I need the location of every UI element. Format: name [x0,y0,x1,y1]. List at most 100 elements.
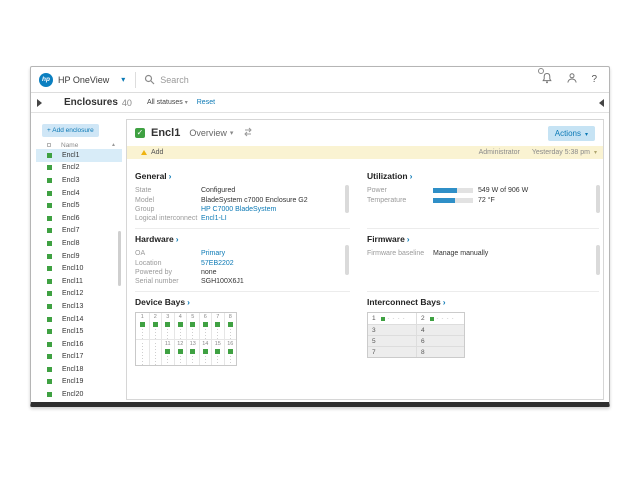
module-placeholder-text: - - - - [437,316,455,322]
utilization-section: Utilization› Power549 W of 906 WTemperat… [367,166,599,205]
list-item[interactable]: Encl20 [36,388,122,401]
utilization-row: Temperature72 °F [367,195,599,204]
list-item[interactable]: Encl12 [36,288,122,301]
device-bay-13[interactable]: 13 [186,339,199,365]
list-item[interactable]: Encl14 [36,313,122,326]
list-item[interactable]: Encl11 [36,275,122,288]
list-item[interactable]: Encl17 [36,351,122,364]
list-item[interactable]: Encl8 [36,237,122,250]
device-bay-5[interactable]: 5 [186,313,199,339]
field-value: SGH100X6J1 [201,278,244,285]
enclosure-name: Encl10 [62,265,83,272]
bell-icon [541,72,553,84]
list-item[interactable]: Encl9 [36,250,122,263]
device-bay-11[interactable]: 11 [161,339,174,365]
status-ok-icon [47,153,52,158]
scrollbar-thumb[interactable] [596,185,600,213]
map-view-icon[interactable] [243,124,253,142]
device-bay-2[interactable]: 2 [149,313,162,339]
device-bay-4[interactable]: 4 [174,313,187,339]
section-title[interactable]: Utilization› [367,171,599,181]
warning-icon [141,150,147,155]
status-ok-icon [47,203,52,208]
list-item[interactable]: Encl16 [36,338,122,351]
field-value-link[interactable]: Primary [201,250,225,257]
list-item[interactable]: Encl21 [36,401,122,402]
search-bar[interactable] [144,74,541,85]
chevron-down-icon[interactable]: ▾ [230,129,234,137]
status-ok-icon [47,191,52,196]
device-bay-6[interactable]: 6 [199,313,212,339]
device-bay-16[interactable]: 16 [224,339,237,365]
field-value-link[interactable]: Encl1-LI [201,215,227,222]
chevron-down-icon[interactable]: ▾ [121,75,125,84]
device-bay-15[interactable]: 15 [211,339,224,365]
field-value-link[interactable]: HP C7000 BladeSystem [201,206,276,213]
device-bay-3[interactable]: 3 [161,313,174,339]
status-ok-icon: ✓ [135,128,145,138]
field-label: Model [135,197,201,204]
status-ok-icon [47,354,52,359]
field-value-link[interactable]: 57EB2202 [201,260,234,267]
scrollbar-thumb[interactable] [345,185,349,213]
actions-button[interactable]: Actions▾ [548,126,595,141]
enclosure-name: Encl1 [62,152,80,159]
device-bay-1[interactable]: 1 [136,313,149,339]
help-button[interactable]: ? [591,74,597,85]
list-item[interactable]: Encl3 [36,174,122,187]
section-title[interactable]: General› [135,171,350,181]
enclosure-name: Encl5 [62,202,80,209]
list-item[interactable]: Encl2 [36,162,122,175]
list-item[interactable]: Encl4 [36,187,122,200]
list-item[interactable]: Encl15 [36,325,122,338]
interconnect-bay-1[interactable]: 1- - - - [368,313,416,324]
field-label: Location [135,260,201,267]
notifications-button[interactable] [541,71,553,89]
scrollbar-thumb[interactable] [345,245,349,275]
status-ok-icon [178,349,183,354]
device-bay-8[interactable]: 8 [224,313,237,339]
task-user: Administrator [479,149,520,156]
task-label: Add [151,149,163,156]
list-item[interactable]: Encl7 [36,225,122,238]
sidebar-scrollbar[interactable] [118,231,121,286]
add-enclosure-button[interactable]: + Add enclosure [42,124,99,137]
device-bay-12[interactable]: 12 [174,339,187,365]
status-filter[interactable]: All statuses [147,99,183,106]
reset-link[interactable]: Reset [197,99,215,106]
actions-label: Actions [555,129,581,138]
page-title: Enclosures [64,97,118,108]
search-input[interactable] [160,75,460,85]
bay-number: 7 [216,314,219,321]
list-item[interactable]: Encl19 [36,376,122,389]
bay-number: 4 [179,314,182,321]
section-title[interactable]: Hardware› [135,234,350,244]
section-title[interactable]: Device Bays› [135,297,350,307]
chevron-down-icon[interactable]: ▾ [594,149,597,156]
name-column-header[interactable]: Name [61,142,78,149]
expand-panel-icon[interactable] [37,99,42,107]
collapse-panel-icon[interactable] [599,99,604,107]
device-bay-7[interactable]: 7 [211,313,224,339]
list-item[interactable]: Encl6 [36,212,122,225]
list-item[interactable]: Encl13 [36,300,122,313]
list-item[interactable]: Encl18 [36,363,122,376]
device-bay-14[interactable]: 14 [199,339,212,365]
utilization-bar [433,188,473,193]
user-menu-button[interactable] [566,71,578,89]
list-item[interactable]: Encl10 [36,262,122,275]
hp-logo-icon: hp [39,73,53,87]
field-label: Logical interconnect [135,215,201,222]
view-selector[interactable]: Overview [189,128,227,138]
section-title[interactable]: Interconnect Bays› [367,297,599,307]
module-placeholder-text: - - - - [388,316,406,322]
list-item[interactable]: Encl1 [36,149,122,162]
list-item[interactable]: Encl5 [36,199,122,212]
utilization-value: 549 W of 906 W [478,187,528,194]
scrollbar-thumb[interactable] [596,245,600,275]
bay-divider-dots [142,343,143,365]
section-title[interactable]: Firmware› [367,234,599,244]
activity-banner[interactable]: Add Administrator Yesterday 5:38 pm ▾ [127,146,603,159]
hardware-rows: OAPrimaryLocation57EB2202Powered bynoneS… [135,249,350,287]
interconnect-bay-2[interactable]: 2- - - - [416,313,464,324]
